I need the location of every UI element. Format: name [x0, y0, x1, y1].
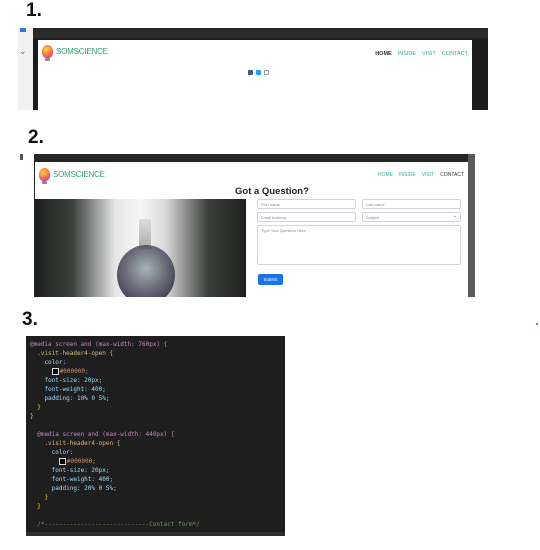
submit-button[interactable]: Submit [258, 274, 283, 285]
nav-home[interactable]: HOME [375, 51, 392, 57]
brand-name: SOMSCIENCE [56, 47, 108, 56]
nav-home[interactable]: HOME [378, 172, 393, 178]
chevron-down-icon: ⌄ [452, 213, 457, 219]
code-line: font-weight: 400; [30, 386, 106, 393]
code-line: } [30, 494, 49, 501]
instagram-icon[interactable] [264, 70, 269, 75]
nav-contact[interactable]: CONTACT [442, 51, 468, 57]
nav-inside[interactable]: INSIDE [398, 51, 416, 57]
editor-left-strip: ⌄ [18, 28, 33, 110]
website-page: SOMSCIENCE HOME INSIDE VISIT CONTACT [38, 40, 472, 110]
color-swatch-icon[interactable] [58, 458, 66, 465]
code-line: @media screen and (max-width: 440px) { [30, 431, 175, 438]
screenshot-1-homepage-footer: ⌄ SOMSCIENCE HOME INSIDE VISIT CONTACT [18, 28, 488, 110]
screenshot-2-contact-page: SOMSCIENCE HOME INSIDE VISIT CONTACT Got… [20, 154, 475, 297]
question-textarea[interactable]: Type Your Question Here [257, 225, 461, 265]
code-comment: /*-----------------------------Contact f… [30, 521, 200, 528]
code-line: } [30, 404, 41, 411]
code-line: } [30, 503, 41, 510]
code-line: .visit-header4-open { [30, 440, 121, 447]
step-label-1: 1. [26, 0, 42, 21]
left-strip [20, 154, 34, 297]
chevron-down-icon: ⌄ [19, 46, 27, 56]
social-links [248, 70, 269, 75]
first-name-field[interactable]: First name [257, 199, 356, 209]
screenshot-3-code-editor: @media screen and (max-width: 760px) { .… [26, 336, 285, 536]
color-swatch-icon[interactable] [51, 368, 59, 375]
contact-page: SOMSCIENCE HOME INSIDE VISIT CONTACT Got… [35, 162, 468, 297]
subject-select[interactable]: Subject ⌄ [362, 212, 461, 222]
status-bar [26, 532, 285, 536]
subject-select-label: Subject [366, 215, 380, 220]
brand-name: SOMSCIENCE [53, 170, 105, 179]
css-code: @media screen and (max-width: 760px) { .… [30, 340, 200, 529]
code-line: @media screen and (max-width: 760px) { [30, 341, 168, 348]
site-logo[interactable]: SOMSCIENCE [39, 168, 105, 184]
facebook-icon[interactable] [248, 70, 253, 75]
contact-heading: Got a Question? [235, 186, 309, 197]
code-line: padding: 10% 0 5%; [30, 395, 110, 402]
code-line: color: [30, 449, 74, 456]
code-value: #000000; [59, 368, 89, 375]
code-line: font-size: 20px; [30, 467, 110, 474]
scrollbar[interactable] [468, 154, 475, 297]
code-line: } [30, 413, 34, 420]
main-nav: HOME INSIDE VISIT CONTACT [375, 51, 468, 57]
code-line: .visit-header4-open { [30, 350, 114, 357]
lightbulb-photo [35, 199, 246, 297]
nav-visit[interactable]: VISIT [422, 51, 436, 57]
code-value: #000000; [66, 458, 96, 465]
last-name-field[interactable]: Last name [362, 199, 461, 209]
step-label-3: 3. [22, 309, 38, 330]
nav-visit[interactable]: VISIT [422, 172, 435, 178]
code-line: padding: 20% 0 5%; [30, 485, 117, 492]
main-nav: HOME INSIDE VISIT CONTACT [378, 172, 464, 178]
nav-inside[interactable]: INSIDE [399, 172, 416, 178]
twitter-icon[interactable] [256, 70, 261, 75]
site-logo[interactable]: SOMSCIENCE [42, 45, 108, 61]
email-field[interactable]: Email Address [257, 212, 356, 222]
code-line: font-size: 20px; [30, 377, 103, 384]
code-line: color: [30, 359, 67, 366]
lightbulb-logo-icon [39, 168, 50, 184]
window-top-bar [33, 28, 488, 38]
stray-dot [536, 323, 538, 325]
code-line: font-weight: 400; [30, 476, 114, 483]
step-label-2: 2. [28, 127, 44, 148]
nav-contact[interactable]: CONTACT [440, 172, 464, 178]
lightbulb-logo-icon [42, 45, 53, 61]
